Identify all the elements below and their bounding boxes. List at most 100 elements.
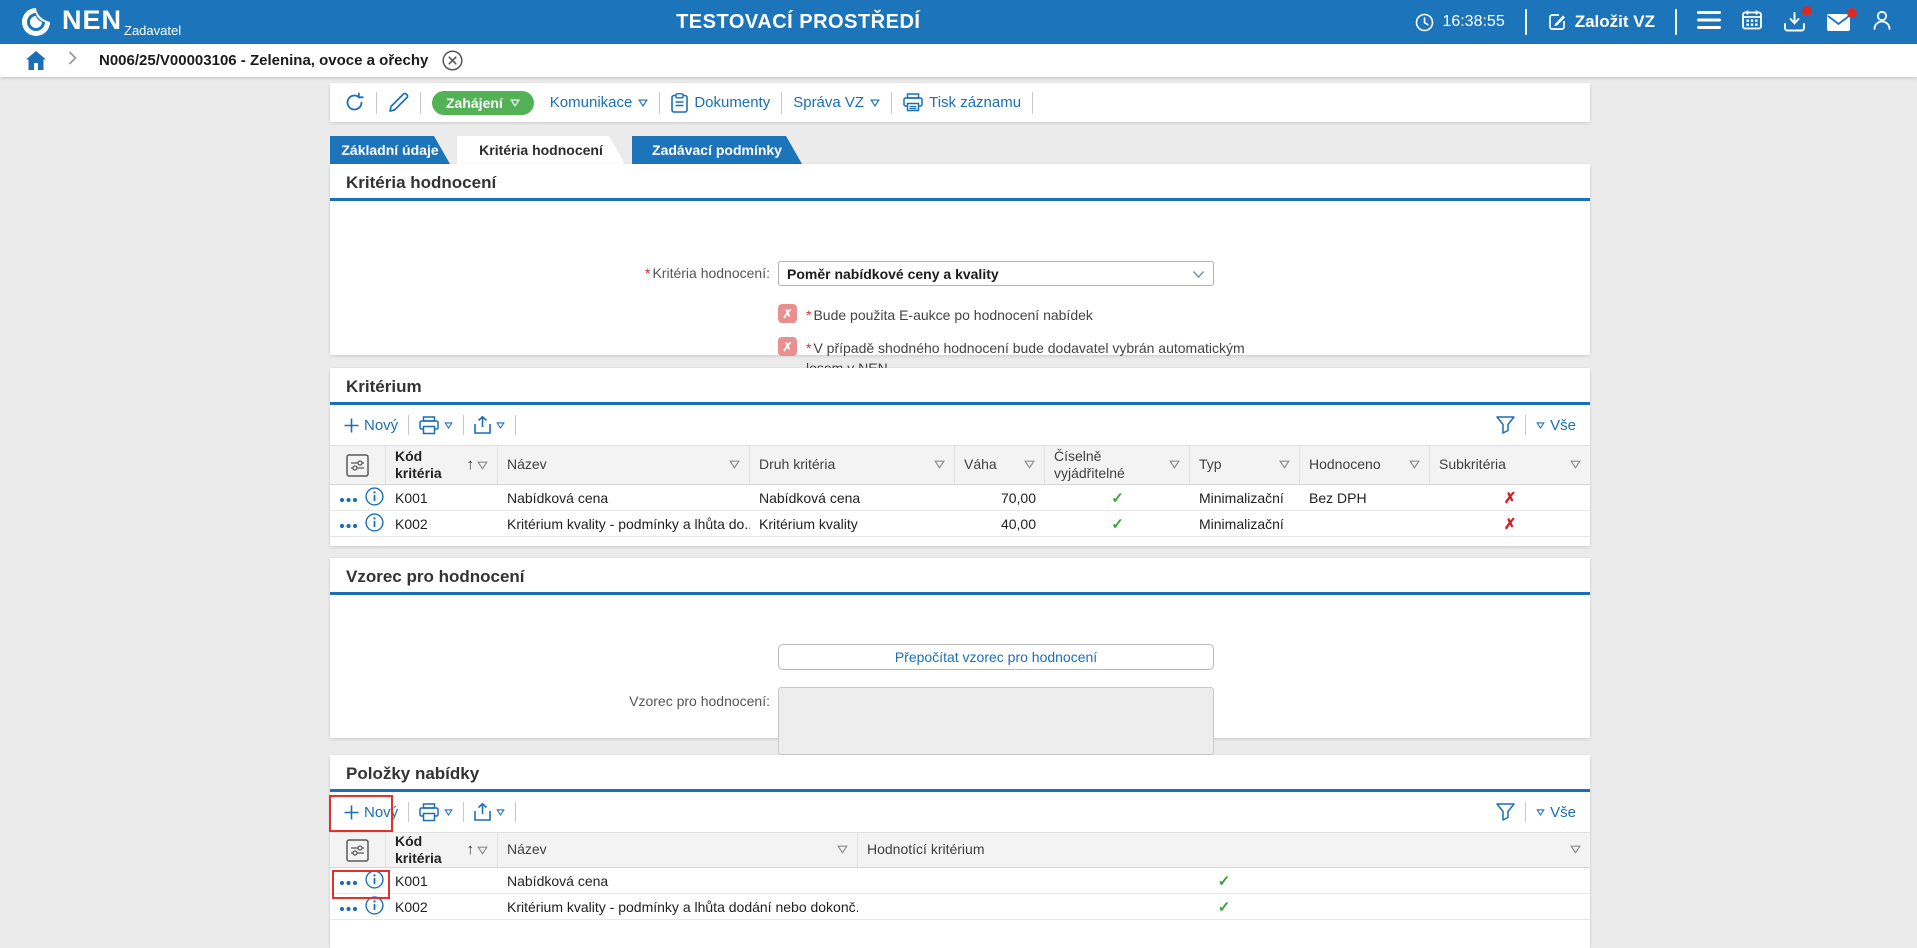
filter-caret-icon[interactable] (833, 841, 848, 859)
section-title-polozky: Položky nabídky (330, 755, 1590, 792)
chevron-down-icon (444, 809, 453, 816)
chevron-down-icon (1536, 809, 1545, 816)
tab-zakladni-udaje[interactable]: Základní údaje (330, 136, 450, 164)
edit-button[interactable] (388, 92, 409, 113)
filter-caret-icon[interactable] (1566, 456, 1581, 474)
row-info-button[interactable] (365, 870, 384, 892)
column-header-name[interactable]: Název (498, 833, 858, 867)
column-label: Typ (1199, 456, 1222, 474)
column-header-typ[interactable]: Typ (1190, 446, 1300, 484)
filter-caret-icon[interactable] (1020, 456, 1035, 474)
toolbar-divider (408, 415, 409, 435)
table-row[interactable]: K001Nabídková cenaNabídková cena70,00✓Mi… (330, 485, 1590, 511)
row-info-button[interactable] (365, 896, 384, 918)
column-settings-icon (346, 839, 369, 862)
home-button[interactable] (26, 51, 46, 70)
column-settings-header[interactable] (330, 446, 386, 484)
close-circle-icon (442, 50, 463, 71)
cell-typ: Minimalizační (1190, 490, 1300, 506)
show-all-dropdown[interactable]: Vše (1536, 417, 1576, 434)
toolbar-divider (420, 92, 421, 114)
dokumenty-button[interactable]: Dokumenty (671, 93, 770, 113)
tab-zadavaci-podminky[interactable]: Zadávací podmínky (632, 136, 802, 164)
sort-asc-icon[interactable]: ↑ (467, 841, 475, 860)
check-icon: ✓ (1111, 489, 1124, 507)
create-vz-button[interactable]: Založit VZ (1547, 12, 1655, 32)
table-row[interactable]: K002Kritérium kvality - podmínky a lhůta… (330, 894, 1590, 920)
filter-button[interactable] (1496, 803, 1515, 821)
formula-textarea[interactable] (778, 687, 1214, 755)
column-label: Váha (964, 456, 997, 474)
chevron-down-icon (1536, 422, 1545, 429)
print-dropdown[interactable] (419, 803, 453, 822)
funnel-icon (1496, 416, 1515, 434)
sprava-vz-dropdown[interactable]: Správa VZ (793, 94, 880, 111)
chevron-down-icon (496, 809, 505, 816)
table-row[interactable]: K001Nabídková cena✓ (330, 868, 1590, 894)
column-header-vaha[interactable]: Váha (955, 446, 1045, 484)
column-header-code[interactable]: Kód kritéria↑ (386, 446, 498, 484)
inbox-button[interactable] (1783, 11, 1806, 33)
column-header-hodnotici[interactable]: Hodnotící kritérium (858, 833, 1590, 867)
export-dropdown[interactable] (474, 803, 505, 822)
row-menu-button[interactable] (339, 899, 358, 915)
eaukce-flag[interactable]: ✗ *Bude použita E-aukce po hodnocení nab… (778, 304, 1093, 325)
refresh-button[interactable] (344, 92, 365, 113)
nen-logo[interactable]: NENZadavatel (20, 6, 181, 38)
criteria-select[interactable]: Poměr nabídkové ceny a kvality (778, 261, 1214, 286)
filter-caret-icon[interactable] (1566, 841, 1581, 859)
filter-caret-icon[interactable] (725, 456, 740, 474)
messages-button[interactable] (1826, 13, 1851, 32)
row-menu-button[interactable] (339, 516, 358, 532)
filter-caret-icon[interactable] (1275, 456, 1290, 474)
row-menu-button[interactable] (339, 490, 358, 506)
check-icon: ✓ (1218, 872, 1231, 890)
filter-caret-icon[interactable] (1165, 456, 1180, 474)
calendar-button[interactable] (1741, 9, 1763, 36)
profile-button[interactable] (1871, 9, 1893, 36)
polozky-grid-card: Položky nabídky Nový Vše Kód kritér (330, 755, 1590, 948)
recalculate-formula-button[interactable]: Přepočítat vzorec pro hodnocení (778, 644, 1214, 670)
breadcrumb-close-button[interactable] (442, 50, 463, 71)
print-dropdown[interactable] (419, 416, 453, 435)
pencil-icon (388, 92, 409, 113)
filter-caret-icon[interactable] (477, 846, 488, 855)
show-all-dropdown[interactable]: Vše (1536, 804, 1576, 821)
column-header-subkriteria[interactable]: Subkritéria (1430, 446, 1590, 484)
new-button[interactable]: Nový (344, 804, 398, 821)
tab-bar: Základní údaje Kritéria hodnocení Zadáva… (330, 136, 802, 164)
column-settings-icon (346, 454, 369, 477)
notification-dot (1802, 6, 1812, 16)
status-dropdown[interactable]: Zahájení (432, 91, 534, 115)
cell-code: K001 (386, 873, 498, 889)
filter-button[interactable] (1496, 416, 1515, 434)
column-header-hodnoceno[interactable]: Hodnoceno (1300, 446, 1430, 484)
komunikace-dropdown[interactable]: Komunikace (550, 94, 649, 111)
menu-button[interactable] (1697, 11, 1721, 34)
kriterium-grid-card: Kritérium Nový Vše Kód kritéria↑Náz (330, 368, 1590, 546)
filter-caret-icon[interactable] (477, 461, 488, 470)
tab-kriteria-hodnoceni[interactable]: Kritéria hodnocení (457, 136, 625, 164)
column-settings-header[interactable] (330, 833, 386, 867)
row-info-button[interactable] (365, 513, 384, 535)
cell-code: K001 (386, 490, 498, 506)
sort-asc-icon[interactable]: ↑ (467, 456, 475, 475)
check-icon: ✓ (1218, 898, 1231, 916)
export-dropdown[interactable] (474, 416, 505, 435)
row-menu-button[interactable] (339, 873, 358, 889)
column-header-name[interactable]: Název (498, 446, 750, 484)
filter-caret-icon[interactable] (1405, 456, 1420, 474)
cell-subkriteria: ✗ (1430, 515, 1590, 533)
filter-caret-icon[interactable] (930, 456, 945, 474)
new-button[interactable]: Nový (344, 417, 398, 434)
column-header-code[interactable]: Kód kritéria↑ (386, 833, 498, 867)
row-info-button[interactable] (365, 487, 384, 509)
tisk-zaznamu-button[interactable]: Tisk záznamu (903, 93, 1021, 112)
column-header-druh[interactable]: Druh kritéria (750, 446, 955, 484)
table-row[interactable]: K002Kritérium kvality - podmínky a lhůta… (330, 511, 1590, 537)
logo-text: NENZadavatel (62, 7, 181, 37)
column-header-ciselne[interactable]: Číselně vyjádřitelné (1045, 446, 1190, 484)
toolbar-divider (1525, 802, 1526, 822)
column-label: Kód kritéria (395, 833, 467, 868)
breadcrumb-item[interactable]: N006/25/V00003106 - Zelenina, ovoce a oř… (99, 52, 428, 69)
